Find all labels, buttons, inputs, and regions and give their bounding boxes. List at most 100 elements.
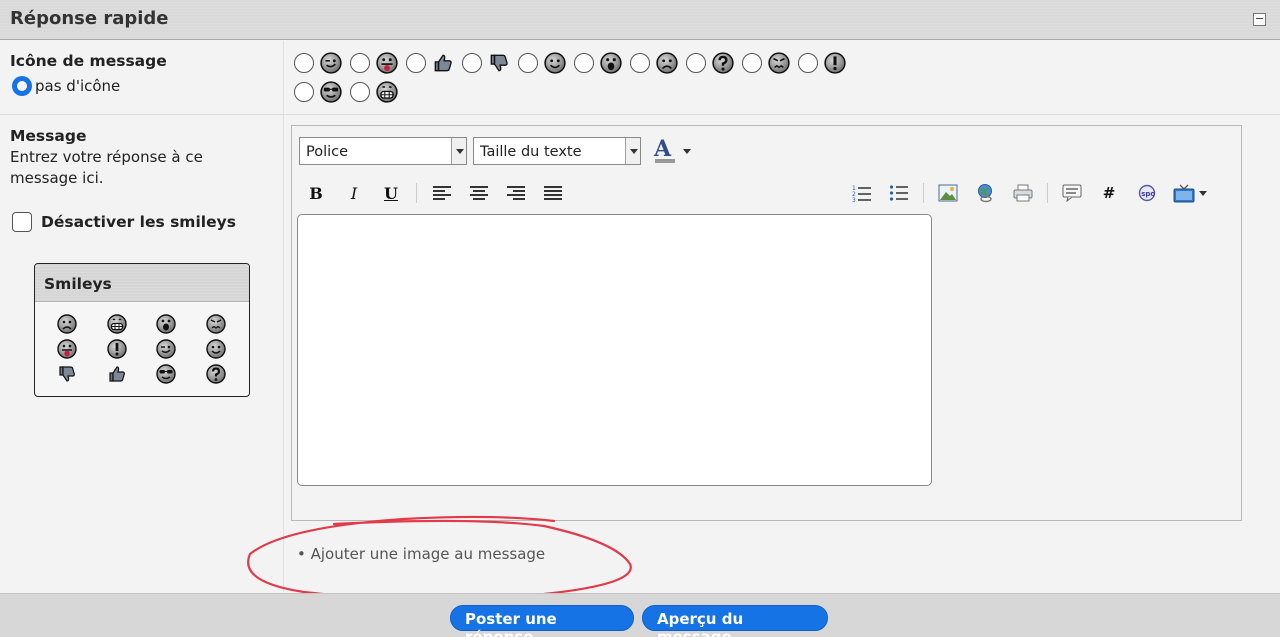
hash-icon: # <box>1102 184 1116 202</box>
message-help-text: Entrez votre réponse à ce message ici. <box>10 148 203 187</box>
icon-radio-thumbs-up[interactable] <box>406 53 426 73</box>
question-icon[interactable] <box>206 364 228 386</box>
column-divider <box>283 41 284 592</box>
bold-icon: B <box>309 183 323 203</box>
thumbs-down-icon[interactable] <box>57 364 79 386</box>
angry-icon[interactable] <box>206 314 228 336</box>
icon-radio-question[interactable] <box>686 53 706 73</box>
icon-radio-thumbs-down[interactable] <box>462 53 482 73</box>
tv-icon <box>1173 184 1195 203</box>
no-icon-option[interactable]: pas d'icône <box>12 76 120 96</box>
thumbs-up-icon <box>432 52 454 74</box>
spoiler-button[interactable]: spo <box>1135 182 1159 204</box>
align-center-icon <box>470 186 488 200</box>
icon-radio-sad[interactable] <box>630 53 650 73</box>
spoiler-icon: spo <box>1138 184 1155 202</box>
insert-link-button[interactable] <box>974 182 998 204</box>
add-image-link-label: Ajouter une image au message <box>310 545 546 563</box>
thumbs-down-icon <box>488 52 510 74</box>
surprised-icon <box>600 52 622 74</box>
cool-icon[interactable] <box>156 364 178 386</box>
insert-image-button[interactable] <box>936 182 960 204</box>
message-textarea[interactable] <box>297 214 932 486</box>
icon-radio-cool[interactable] <box>294 82 314 102</box>
align-left-button[interactable] <box>430 182 454 204</box>
bold-button[interactable]: B <box>304 182 328 204</box>
video-dropdown[interactable] <box>1197 182 1209 204</box>
caret-down-icon <box>683 149 691 158</box>
icon-radio-exclamation[interactable] <box>798 53 818 73</box>
justify-button[interactable] <box>541 182 565 204</box>
toolbar-divider <box>416 183 417 203</box>
chevron-down-icon <box>451 138 466 164</box>
surprised-icon[interactable] <box>156 314 178 336</box>
ordered-list-button[interactable]: 123 <box>850 182 874 204</box>
italic-button[interactable]: I <box>342 182 366 204</box>
question-icon <box>712 52 734 74</box>
post-reply-button[interactable]: Poster une réponse <box>450 605 634 637</box>
text-size-select-value: Taille du texte <box>480 144 582 160</box>
text-color-button[interactable]: A <box>654 136 694 163</box>
smileys-panel: Smileys <box>34 263 250 397</box>
rich-text-editor: Police Taille du texte A B I U 123 # spo <box>291 125 1242 521</box>
wink-icon[interactable] <box>156 339 178 361</box>
icon-radio-tongue[interactable] <box>350 53 370 73</box>
font-select-value: Police <box>306 144 349 160</box>
panel-title: Réponse rapide <box>10 8 169 29</box>
underline-button[interactable]: U <box>379 182 403 204</box>
text-color-icon: A <box>654 136 672 162</box>
text-size-select[interactable]: Taille du texte <box>473 137 641 165</box>
align-right-icon <box>507 186 525 200</box>
smile-icon[interactable] <box>206 339 228 361</box>
justify-icon <box>544 186 562 200</box>
text-color-swatch <box>655 159 675 163</box>
image-icon <box>938 184 958 202</box>
smileys-grid <box>57 314 250 389</box>
sad-icon[interactable] <box>57 314 79 336</box>
italic-icon: I <box>350 183 358 203</box>
tongue-icon[interactable] <box>57 339 79 361</box>
form-footer: Poster une réponse Aperçu du message <box>0 593 1280 637</box>
no-icon-radio[interactable] <box>12 76 32 96</box>
font-select[interactable]: Police <box>299 137 467 165</box>
quote-button[interactable] <box>1060 182 1084 204</box>
exclamation-icon[interactable] <box>107 339 129 361</box>
align-center-button[interactable] <box>467 182 491 204</box>
thumbs-up-icon[interactable] <box>107 364 129 386</box>
add-image-link[interactable]: • Ajouter une image au message <box>297 545 545 563</box>
icon-picker-row-2 <box>294 81 854 103</box>
svg-text:spo: spo <box>1141 190 1155 198</box>
printer-icon <box>1013 184 1033 202</box>
underline-icon: U <box>384 183 398 203</box>
icon-radio-smile[interactable] <box>518 53 538 73</box>
chevron-down-icon <box>625 138 640 164</box>
svg-text:3: 3 <box>852 197 856 202</box>
code-button[interactable]: # <box>1097 182 1121 204</box>
message-icon-picker <box>294 52 854 110</box>
message-icon-label: Icône de message <box>10 52 167 70</box>
video-button[interactable] <box>1172 182 1196 204</box>
disable-smileys-checkbox[interactable] <box>12 212 32 232</box>
angry-icon <box>768 52 790 74</box>
print-button[interactable] <box>1011 182 1035 204</box>
grin-icon <box>376 81 398 103</box>
collapse-icon[interactable]: − <box>1253 13 1266 26</box>
sad-icon <box>656 52 678 74</box>
caret-down-icon <box>1199 191 1207 200</box>
unordered-list-button[interactable] <box>887 182 911 204</box>
align-left-icon <box>433 186 451 200</box>
ordered-list-icon: 123 <box>852 185 871 202</box>
icon-radio-wink[interactable] <box>294 53 314 73</box>
icon-radio-grin[interactable] <box>350 82 370 102</box>
message-label: Message <box>10 127 87 145</box>
preview-message-button[interactable]: Aperçu du message <box>642 605 828 637</box>
icon-radio-angry[interactable] <box>742 53 762 73</box>
quote-icon <box>1062 184 1082 202</box>
disable-smileys-option[interactable]: Désactiver les smileys <box>12 212 236 232</box>
icon-radio-surprised[interactable] <box>574 53 594 73</box>
wink-icon <box>320 52 342 74</box>
grin-icon[interactable] <box>107 314 129 336</box>
cool-icon <box>320 81 342 103</box>
align-right-button[interactable] <box>504 182 528 204</box>
smile-icon <box>544 52 566 74</box>
